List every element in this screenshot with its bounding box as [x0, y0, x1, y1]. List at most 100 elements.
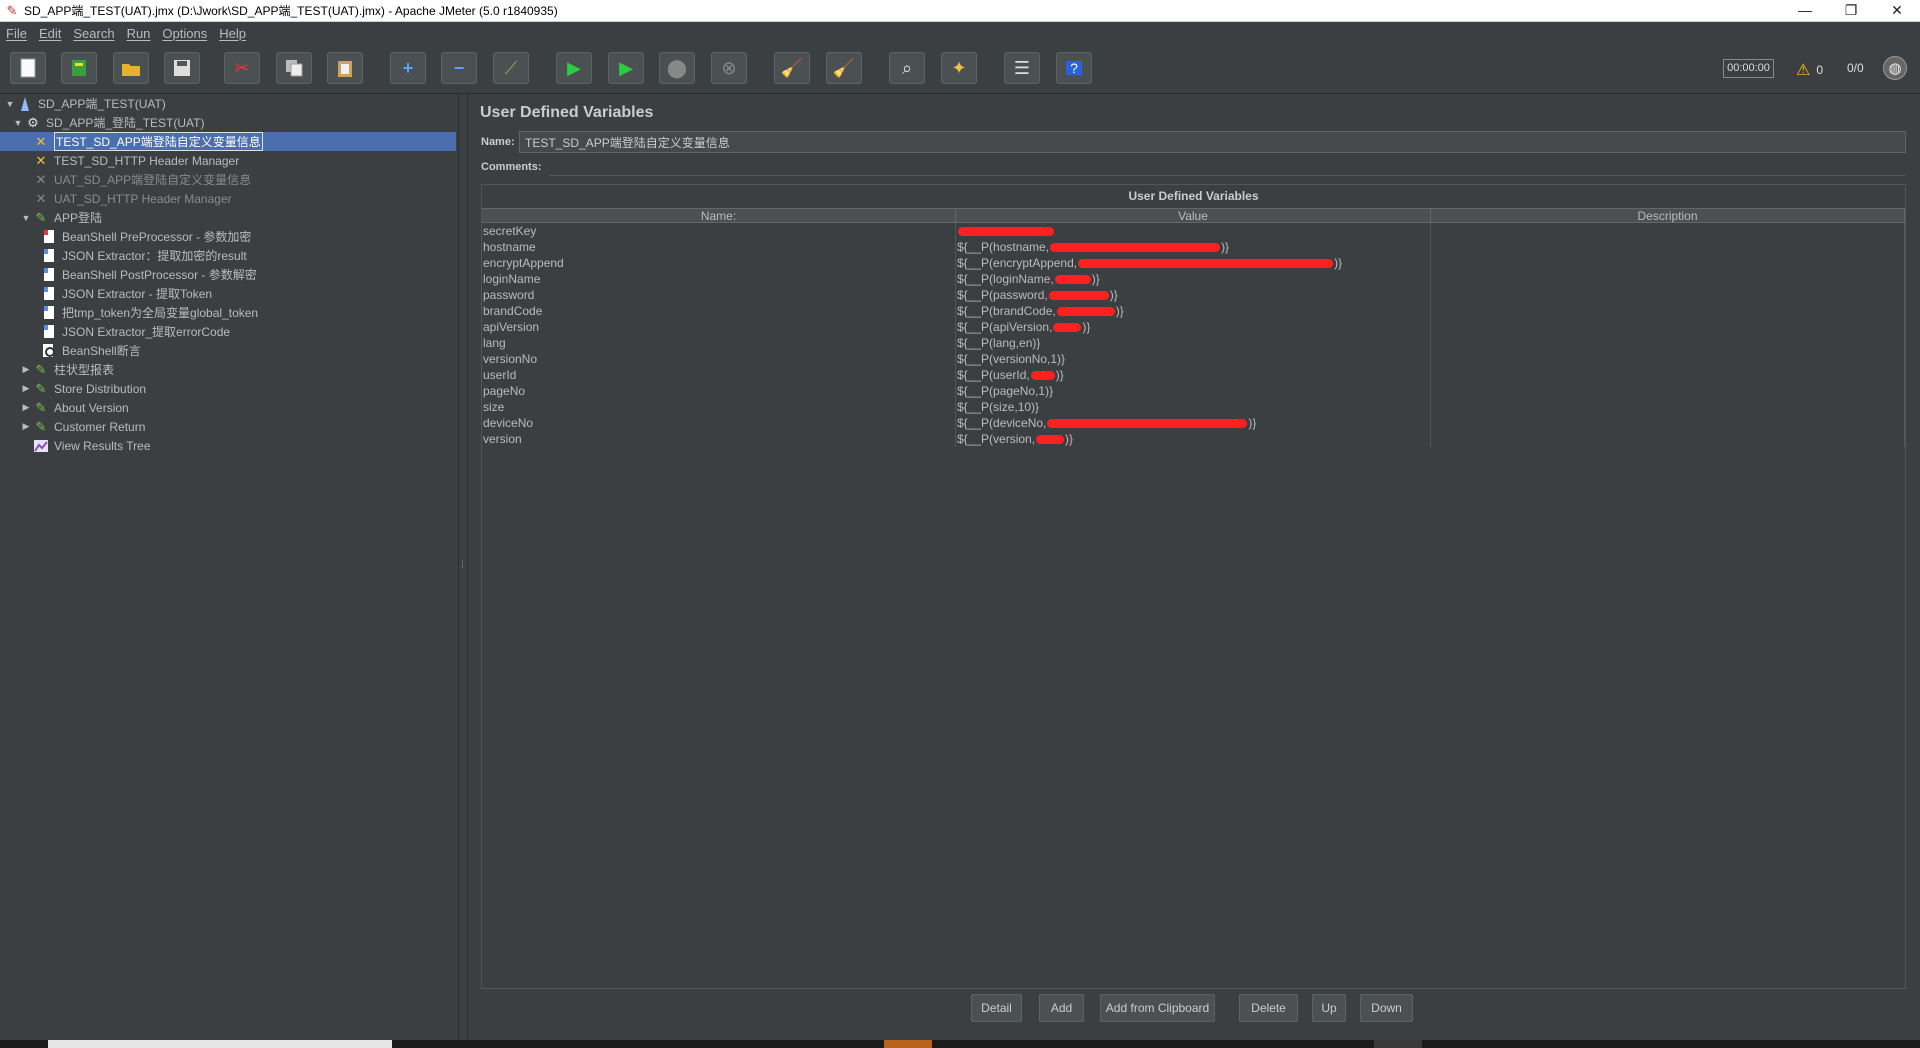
tree-item-view-results-tree[interactable]: View Results Tree: [32, 436, 459, 455]
variable-name-cell[interactable]: version: [482, 431, 956, 447]
menu-edit[interactable]: Edit: [39, 26, 61, 41]
comments-field[interactable]: [549, 158, 1906, 176]
variable-description-cell[interactable]: [1431, 255, 1905, 271]
variable-description-cell[interactable]: [1431, 335, 1905, 351]
restore-button[interactable]: ❐: [1828, 0, 1874, 22]
variable-value-cell[interactable]: ${__P(size,10)}: [956, 399, 1431, 415]
tree-item-json-extractor-errorcode[interactable]: JSON Extractor_提取errorCode: [40, 322, 459, 341]
variable-name-cell[interactable]: loginName: [482, 271, 956, 287]
variable-value-cell[interactable]: ${__P(lang,en)}: [956, 335, 1431, 351]
minimize-button[interactable]: —: [1782, 0, 1828, 22]
taskbar-item[interactable]: [884, 1040, 932, 1048]
column-header-name[interactable]: Name:: [482, 209, 956, 223]
collapsed-arrow-icon[interactable]: ▶: [20, 383, 32, 394]
variable-value-cell[interactable]: ${__P(brandCode,)}: [956, 303, 1431, 319]
table-row[interactable]: size ${__P(size,10)}: [482, 399, 1905, 415]
variable-description-cell[interactable]: [1431, 351, 1905, 367]
variable-value-cell[interactable]: ${__P(userId,)}: [956, 367, 1431, 383]
variable-name-cell[interactable]: encryptAppend: [482, 255, 956, 271]
variable-description-cell[interactable]: [1431, 271, 1905, 287]
expanded-arrow-icon[interactable]: ▼: [12, 118, 24, 128]
variable-value-cell[interactable]: [956, 223, 1431, 239]
variable-value-cell[interactable]: ${__P(versionNo,1)}: [956, 351, 1431, 367]
expanded-arrow-icon[interactable]: ▼: [20, 213, 32, 223]
variable-name-cell[interactable]: deviceNo: [482, 415, 956, 431]
copy-icon[interactable]: [276, 52, 312, 84]
menu-help[interactable]: Help: [219, 26, 246, 41]
templates-icon[interactable]: [61, 52, 97, 84]
variable-value-cell[interactable]: ${__P(encryptAppend,)}: [956, 255, 1431, 271]
table-row[interactable]: encryptAppend ${__P(encryptAppend,)}: [482, 255, 1905, 271]
search-icon[interactable]: ⌕: [889, 52, 925, 84]
variable-name-cell[interactable]: pageNo: [482, 383, 956, 399]
variable-description-cell[interactable]: [1431, 431, 1905, 447]
variable-description-cell[interactable]: [1431, 399, 1905, 415]
tree-item-uat-header-manager[interactable]: ✕ UAT_SD_HTTP Header Manager: [32, 189, 459, 208]
table-row[interactable]: pageNo ${__P(pageNo,1)}: [482, 383, 1905, 399]
tree-item-app-login[interactable]: ▼ ✎ APP登陆: [20, 208, 459, 227]
help-icon[interactable]: ?: [1056, 52, 1092, 84]
tree-item-store-distribution[interactable]: ▶ ✎ Store Distribution: [20, 379, 459, 398]
table-row[interactable]: deviceNo ${__P(deviceNo,)}: [482, 415, 1905, 431]
variable-name-cell[interactable]: size: [482, 399, 956, 415]
variable-value-cell[interactable]: ${__P(hostname,)}: [956, 239, 1431, 255]
variable-name-cell[interactable]: versionNo: [482, 351, 956, 367]
up-button[interactable]: Up: [1312, 994, 1346, 1022]
expanded-arrow-icon[interactable]: ▼: [4, 99, 16, 109]
variable-name-cell[interactable]: userId: [482, 367, 956, 383]
variable-value-cell[interactable]: ${__P(password,)}: [956, 287, 1431, 303]
table-row[interactable]: apiVersion ${__P(apiVersion,)}: [482, 319, 1905, 335]
collapsed-arrow-icon[interactable]: ▶: [20, 421, 32, 432]
detail-button[interactable]: Detail: [971, 994, 1022, 1022]
variable-value-cell[interactable]: ${__P(apiVersion,)}: [956, 319, 1431, 335]
tree-item-bar-report[interactable]: ▶ ✎ 柱状型报表: [20, 360, 459, 379]
add-from-clipboard-button[interactable]: Add from Clipboard: [1100, 994, 1215, 1022]
function-helper-icon[interactable]: ☰: [1004, 52, 1040, 84]
start-no-pauses-icon[interactable]: ▶: [608, 52, 644, 84]
table-row[interactable]: hostname ${__P(hostname,)}: [482, 239, 1905, 255]
clear-all-icon[interactable]: 🧹: [826, 52, 862, 84]
menu-run[interactable]: Run: [127, 26, 151, 41]
column-header-value[interactable]: Value: [956, 209, 1431, 223]
menu-search[interactable]: Search: [73, 26, 114, 41]
start-icon[interactable]: ▶: [556, 52, 592, 84]
variable-name-cell[interactable]: brandCode: [482, 303, 956, 319]
table-row[interactable]: secretKey: [482, 223, 1905, 239]
tree-item-preprocessor[interactable]: BeanShell PreProcessor - 参数加密: [40, 227, 459, 246]
tree-item-test-variables[interactable]: ✕ TEST_SD_APP端登陆自定义变量信息: [0, 132, 456, 151]
tree-item-json-extractor-token[interactable]: JSON Extractor - 提取Token: [40, 284, 459, 303]
menu-options[interactable]: Options: [162, 26, 207, 41]
tree-item-test-plan[interactable]: ▼ SD_APP端_TEST(UAT): [4, 94, 459, 113]
collapsed-arrow-icon[interactable]: ▶: [20, 402, 32, 413]
collapsed-arrow-icon[interactable]: ▶: [20, 364, 32, 375]
taskbar-item[interactable]: [1374, 1040, 1422, 1048]
name-field[interactable]: [519, 131, 1906, 153]
tree-item-thread-group[interactable]: ▼ ⚙ SD_APP端_登陆_TEST(UAT): [12, 113, 459, 132]
variable-description-cell[interactable]: [1431, 287, 1905, 303]
down-button[interactable]: Down: [1360, 994, 1413, 1022]
tree-item-assertion[interactable]: BeanShell断言: [40, 341, 459, 360]
variable-name-cell[interactable]: apiVersion: [482, 319, 956, 335]
reset-search-icon[interactable]: ✦: [941, 52, 977, 84]
collapse-all-icon[interactable]: −: [441, 52, 477, 84]
table-row[interactable]: loginName ${__P(loginName,)}: [482, 271, 1905, 287]
variable-name-cell[interactable]: password: [482, 287, 956, 303]
save-icon[interactable]: [164, 52, 200, 84]
table-row[interactable]: lang ${__P(lang,en)}: [482, 335, 1905, 351]
tree-item-test-header-manager[interactable]: ✕ TEST_SD_HTTP Header Manager: [32, 151, 459, 170]
stop-icon[interactable]: ⬤: [659, 52, 695, 84]
variable-value-cell[interactable]: ${__P(loginName,)}: [956, 271, 1431, 287]
table-row[interactable]: password ${__P(password,)}: [482, 287, 1905, 303]
variable-name-cell[interactable]: lang: [482, 335, 956, 351]
table-row[interactable]: userId ${__P(userId,)}: [482, 367, 1905, 383]
variable-description-cell[interactable]: [1431, 367, 1905, 383]
tree-item-uat-variables[interactable]: ✕ UAT_SD_APP端登陆自定义变量信息: [32, 170, 459, 189]
variable-description-cell[interactable]: [1431, 239, 1905, 255]
tree-item-json-extractor-result[interactable]: JSON Extractor：提取加密的result: [40, 246, 459, 265]
variable-value-cell[interactable]: ${__P(deviceNo,)}: [956, 415, 1431, 431]
tree-item-postprocessor[interactable]: BeanShell PostProcessor - 参数解密: [40, 265, 459, 284]
add-button[interactable]: Add: [1039, 994, 1084, 1022]
variable-name-cell[interactable]: hostname: [482, 239, 956, 255]
expand-all-icon[interactable]: +: [390, 52, 426, 84]
variable-description-cell[interactable]: [1431, 303, 1905, 319]
